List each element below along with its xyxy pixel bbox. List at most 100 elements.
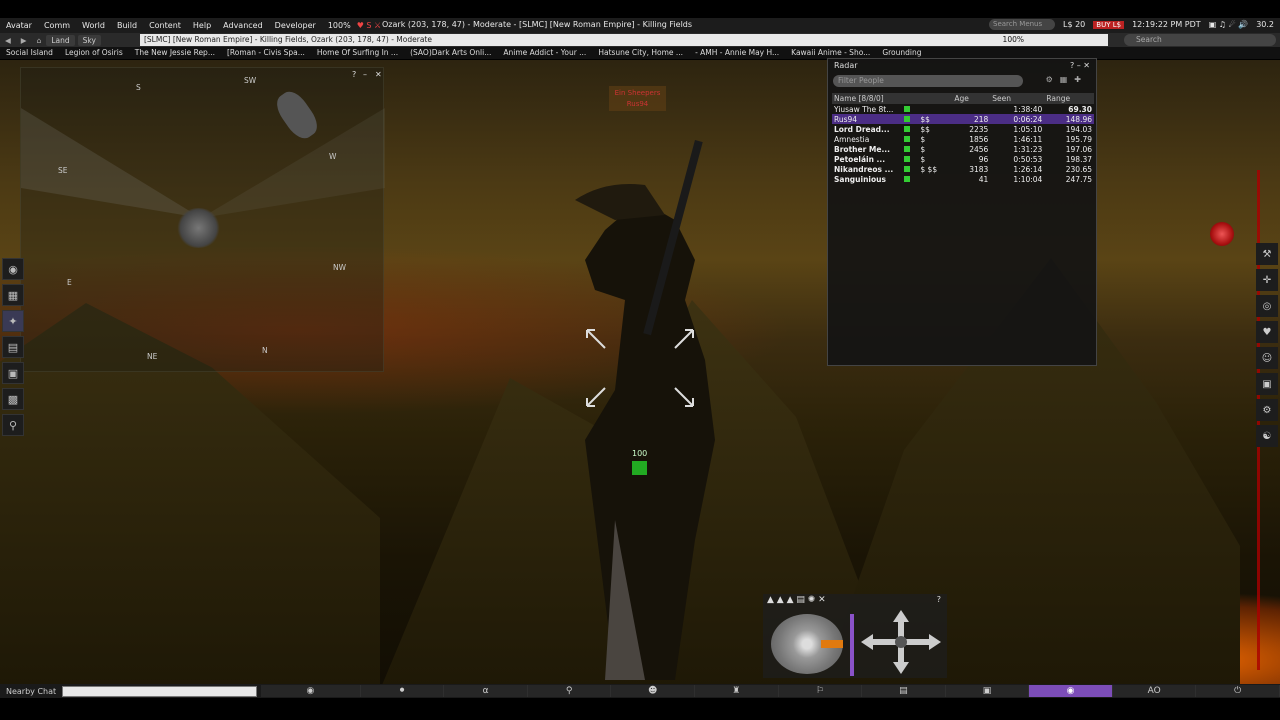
forward-arrow-icon[interactable]: ▶ — [16, 36, 32, 45]
minimap-toggle-icon[interactable]: ✦ — [2, 310, 24, 332]
places-icon[interactable]: ⚐ — [778, 685, 863, 697]
compass-n: N — [262, 346, 268, 355]
table-row[interactable]: Nikandreos ... $ $$ 3183 1:26:14 230.65 — [832, 164, 1094, 174]
online-indicator — [902, 164, 918, 174]
favorite-link[interactable]: Legion of Osiris — [59, 47, 129, 59]
search-icon[interactable]: ⚲ — [2, 414, 24, 436]
edit-tool-icon[interactable]: ✛ — [1256, 269, 1278, 291]
location-input[interactable]: [SLMC] [New Roman Empire] - Killing Fiel… — [140, 34, 1108, 46]
ao-button[interactable]: AO — [1112, 685, 1197, 697]
table-row[interactable]: Amnestia $ 1856 1:46:11 195.79 — [832, 134, 1094, 144]
table-row[interactable]: Yiusaw The 8t... 1:38:40 69.30 — [832, 104, 1094, 114]
minimap[interactable]: S SW W SE E NW NE N ? – ✕ — [20, 67, 385, 372]
camera-mode-tabs[interactable]: ▲ ▲ ▲ ▤ ✺ ✕ — [763, 594, 947, 608]
radar-titlebar[interactable]: Radar ? – ✕ — [828, 59, 1096, 73]
filter-people-input[interactable]: Filter People — [833, 75, 1023, 87]
search-placeholder: Search — [1136, 35, 1162, 44]
settings-icon[interactable]: ⚙ — [1256, 399, 1278, 421]
favorite-link[interactable]: Anime Addict - Your ... — [497, 47, 592, 59]
buy-currency-button[interactable]: BUY L$ — [1093, 20, 1125, 29]
col-flags — [918, 93, 953, 104]
camera-close-icon[interactable]: ✕ — [818, 595, 826, 605]
walk-icon[interactable]: ☺ — [1256, 347, 1278, 369]
menu-comm[interactable]: Comm — [38, 21, 76, 30]
favorite-link[interactable]: The New Jessie Rep... — [129, 47, 221, 59]
menu-developer[interactable]: Developer — [269, 21, 322, 30]
build-tool-icon[interactable]: ⚒ — [1256, 243, 1278, 265]
headphones-icon[interactable]: ⍺ — [444, 685, 528, 697]
search-menus-input[interactable]: Search Menus — [989, 19, 1055, 30]
pan-control[interactable] — [861, 610, 941, 674]
col-name[interactable]: Name [8/8/0] — [832, 93, 902, 104]
inventory-icon[interactable]: ▣ — [2, 362, 24, 384]
camera-controls[interactable]: ▲ ▲ ▲ ▤ ✺ ✕ ? — [763, 594, 947, 678]
favorite-link[interactable]: [Roman - Civis Spa... — [221, 47, 311, 59]
radar-options-icons[interactable]: ⚙▦✚ — [1046, 75, 1088, 84]
chat-input[interactable] — [62, 685, 258, 697]
globe-icon[interactable]: ◎ — [1256, 295, 1278, 317]
minimap-minimize-button[interactable]: – — [363, 70, 367, 79]
col-seen[interactable]: Seen — [990, 93, 1045, 104]
favorite-link[interactable]: Social Island — [0, 47, 59, 59]
search-input[interactable]: Search — [1124, 34, 1276, 46]
minimap-help-button[interactable]: ? — [352, 70, 356, 79]
row-seen: 0:50:53 — [1013, 154, 1043, 164]
people-icon[interactable]: ☻ — [611, 685, 695, 697]
orbit-control[interactable] — [771, 614, 843, 674]
microphone-icon[interactable]: ⚫ — [360, 685, 445, 697]
camera-help-button[interactable]: ? — [937, 595, 941, 604]
table-row[interactable]: Rus94 $$ 218 0:06:24 148.96 — [832, 114, 1094, 124]
row-name: Lord Dread... — [834, 124, 890, 134]
row-flag: $$ — [918, 114, 953, 124]
favorite-link[interactable]: Hatsune City, Home ... — [592, 47, 689, 59]
zoom-slider[interactable] — [850, 614, 854, 676]
menu-avatar[interactable]: Avatar — [0, 21, 38, 30]
chat-icon[interactable]: ▤ — [2, 336, 24, 358]
system-tray-icons[interactable]: ▣ ♫ ☄ 🔊 — [1209, 20, 1249, 29]
nearby-chat-label[interactable]: Nearby Chat — [0, 687, 62, 696]
avatar-figure[interactable] — [545, 140, 745, 680]
search-icon[interactable]: ⚲ — [527, 685, 612, 697]
menu-help[interactable]: Help — [187, 21, 217, 30]
table-row[interactable]: Petoeláin ... $ 96 0:50:53 198.37 — [832, 154, 1094, 164]
camera-view-icon[interactable]: ◉ — [1029, 685, 1113, 697]
menu-build[interactable]: Build — [111, 21, 143, 30]
row-seen: 1:46:11 — [1013, 134, 1043, 144]
table-row[interactable]: Lord Dread... $$ 2235 1:05:10 194.03 — [832, 124, 1094, 134]
minimap-close-button[interactable]: ✕ — [375, 70, 382, 79]
col-range[interactable]: Range — [1044, 93, 1094, 104]
favorite-link[interactable]: (SAO)Dark Arts Onli... — [404, 47, 497, 59]
profile-icon[interactable]: ▩ — [2, 388, 24, 410]
col-age[interactable]: Age — [952, 93, 991, 104]
radar-title: Radar — [834, 61, 858, 70]
clipboard-icon[interactable]: ▤ — [862, 685, 946, 697]
sky-button[interactable]: Sky — [77, 34, 101, 46]
run-icon[interactable]: ☯ — [1256, 425, 1278, 447]
land-button[interactable]: Land — [46, 34, 75, 46]
volume-level[interactable]: 100% — [322, 21, 357, 30]
radar-window-controls[interactable]: ? – ✕ — [1070, 61, 1090, 70]
menu-bar: Avatar Comm World Build Content Help Adv… — [0, 18, 1280, 33]
status-indicator-icons[interactable]: ♥ S ⚔ — [357, 21, 382, 30]
table-row[interactable]: Sanguinious 41 1:10:04 247.75 — [832, 174, 1094, 184]
row-name: Sanguinious — [834, 174, 886, 184]
lock-icon[interactable]: ▣ — [1256, 373, 1278, 395]
home-icon[interactable]: ⌂ — [32, 36, 47, 45]
back-arrow-icon[interactable]: ◀ — [0, 36, 16, 45]
favorite-link[interactable]: Home Of Surfing In ... — [311, 47, 404, 59]
power-icon[interactable]: ⏻ — [1196, 685, 1280, 697]
snapshot-icon[interactable]: ▣ — [945, 685, 1030, 697]
col-icons — [902, 93, 919, 104]
chat-bubble-icon[interactable]: ◉ — [261, 685, 361, 697]
menu-advanced[interactable]: Advanced — [217, 21, 269, 30]
appearance-icon[interactable]: ♜ — [694, 685, 779, 697]
map-icon[interactable]: ▦ — [2, 284, 24, 306]
menu-content[interactable]: Content — [143, 21, 187, 30]
menu-world[interactable]: World — [76, 21, 111, 30]
heart-icon[interactable]: ♥ — [1256, 321, 1278, 343]
table-row[interactable]: Brother Me... $ 2456 1:31:23 197.06 — [832, 144, 1094, 154]
radar-panel[interactable]: Radar ? – ✕ Filter People ⚙▦✚ Name [8/8/… — [827, 58, 1097, 366]
favorite-link[interactable]: - AMH - Annie May H... — [689, 47, 785, 59]
radar-icon[interactable]: ◉ — [2, 258, 24, 280]
avatar-cluster-marker[interactable] — [176, 208, 221, 248]
